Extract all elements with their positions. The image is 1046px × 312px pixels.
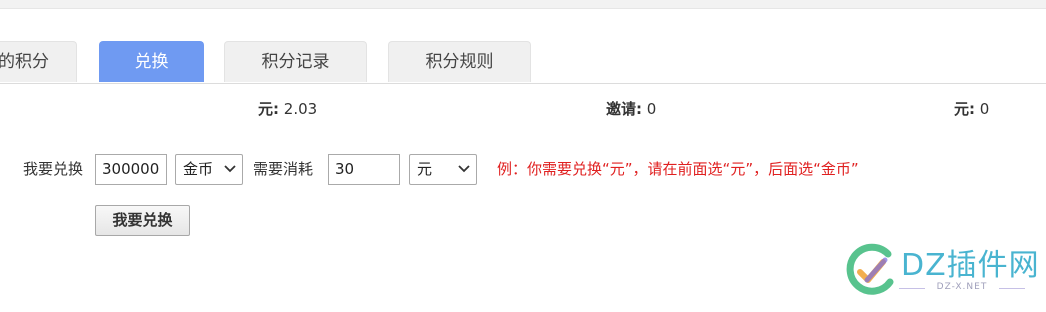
stat-yuan: 元: 2.03 bbox=[258, 98, 317, 119]
watermark: DZ插件网 DZ-X.NET bbox=[843, 238, 1043, 304]
watermark-divider bbox=[999, 288, 1025, 289]
want-amount-input[interactable]: 300000 bbox=[95, 154, 167, 185]
exchange-submit-button[interactable]: 我要兑换 bbox=[95, 205, 190, 236]
want-label: 我要兑换 bbox=[23, 160, 84, 178]
watermark-subtext: DZ-X.NET bbox=[936, 282, 988, 292]
tab-credit-rules[interactable]: 积分规则 bbox=[388, 41, 531, 82]
exchange-form: 我要兑换 300000 金币 需要消耗 30 元 例：你需要兑换“元”，请在前面… bbox=[0, 154, 1046, 186]
dz-logo-icon bbox=[846, 243, 894, 295]
tab-label: 兑换 bbox=[134, 52, 169, 72]
tab-label: 的积分 bbox=[0, 52, 49, 72]
credit-stats: 元: 2.03 邀请: 0 元: 0 bbox=[0, 98, 1046, 122]
stat-yuan-2: 元: 0 bbox=[954, 98, 989, 119]
tab-credit-log[interactable]: 积分记录 bbox=[224, 41, 367, 82]
tab-label: 积分记录 bbox=[261, 52, 330, 72]
want-unit-select[interactable]: 金币 bbox=[175, 154, 243, 185]
stat-value: 2.03 bbox=[283, 100, 318, 118]
top-bar bbox=[0, 0, 1046, 9]
tab-bar: 的积分 兑换 积分记录 积分规则 bbox=[0, 41, 1046, 84]
stat-invite: 邀请: 0 bbox=[606, 98, 656, 119]
chevron-down-icon bbox=[458, 165, 470, 173]
stat-label: 元: bbox=[258, 100, 279, 118]
chevron-down-icon bbox=[224, 165, 236, 173]
cost-amount-input[interactable]: 30 bbox=[328, 154, 400, 185]
stat-value: 0 bbox=[646, 100, 657, 118]
cost-unit-select[interactable]: 元 bbox=[409, 154, 477, 185]
cost-unit-value: 元 bbox=[417, 160, 433, 178]
example-hint: 例：你需要兑换“元”，请在前面选“元”，后面选“金币” bbox=[497, 160, 859, 178]
tab-label: 积分规则 bbox=[425, 52, 494, 72]
watermark-text: DZ插件网 bbox=[901, 248, 1040, 283]
stat-value: 0 bbox=[979, 100, 990, 118]
tab-exchange[interactable]: 兑换 bbox=[99, 41, 204, 82]
tab-my-credits[interactable]: 的积分 bbox=[0, 41, 77, 82]
cost-label: 需要消耗 bbox=[253, 160, 314, 178]
stat-label: 元: bbox=[954, 100, 975, 118]
want-unit-value: 金币 bbox=[183, 160, 214, 178]
stat-label: 邀请: bbox=[606, 100, 642, 118]
